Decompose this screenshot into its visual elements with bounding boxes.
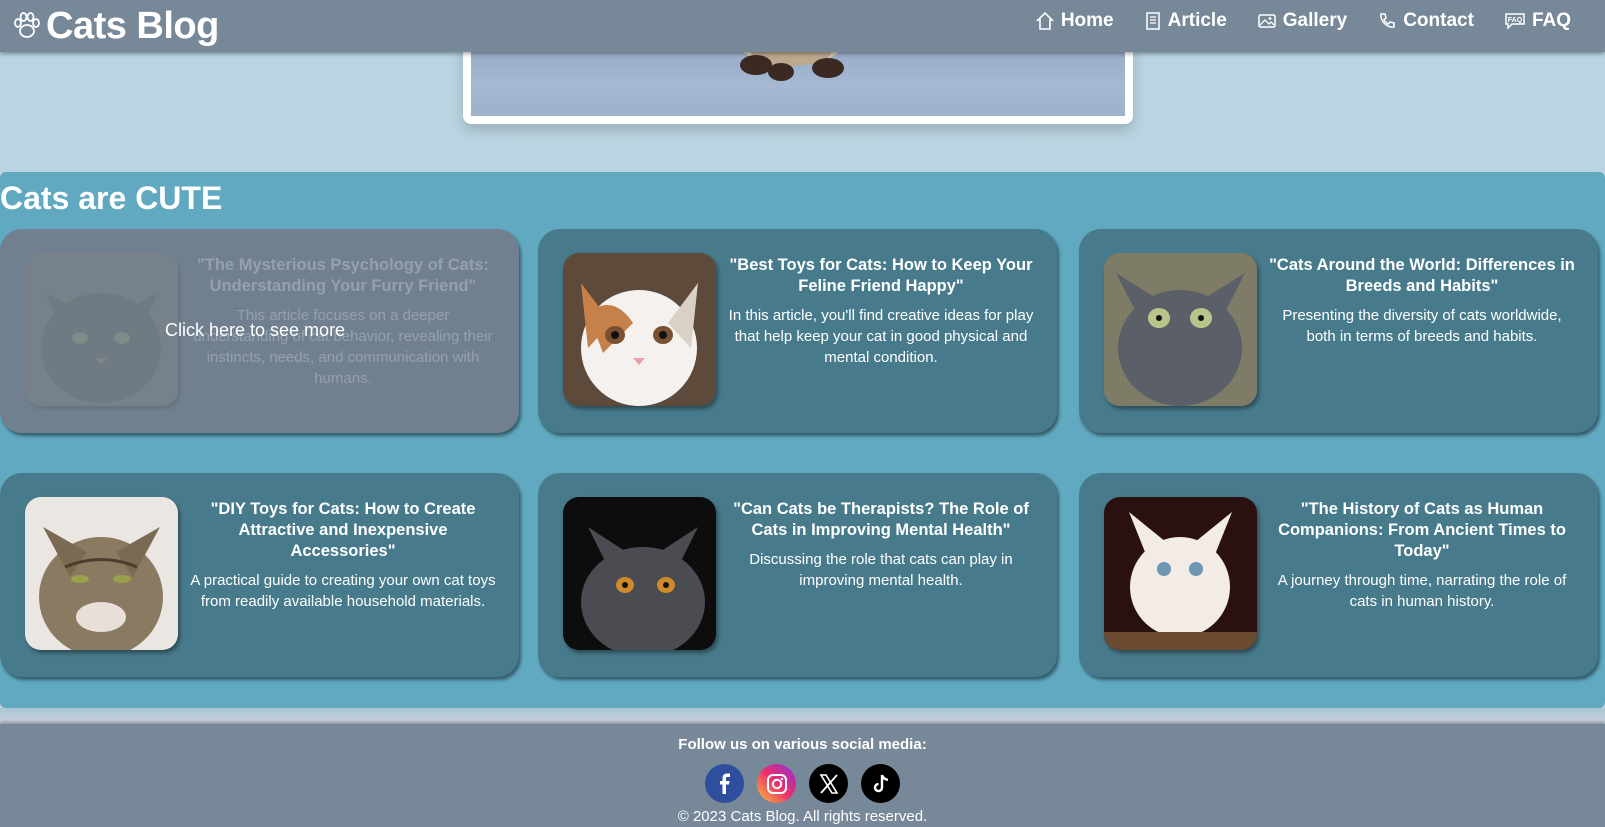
nav-contact-label: Contact — [1403, 10, 1474, 31]
tiktok-icon[interactable] — [861, 764, 900, 803]
card-text: "Cats Around the World: Differences in B… — [1267, 255, 1577, 347]
card-text: "Can Cats be Therapists? The Role of Cat… — [726, 499, 1036, 591]
nav-links: Home Article Gallery Contact FAQ FAQ — [1035, 10, 1571, 32]
card-text: "Best Toys for Cats: How to Keep Your Fe… — [726, 255, 1036, 368]
cat-thumbnail — [25, 253, 178, 406]
card-title: "Can Cats be Therapists? The Role of Cat… — [733, 500, 1029, 539]
article-card[interactable]: "The Mysterious Psychology of Cats: Unde… — [0, 229, 519, 433]
cute-cats-section: Cats are CUTE "The Mysterious Psychology… — [0, 172, 1605, 708]
card-title: "Cats Around the World: Differences in B… — [1269, 256, 1575, 295]
see-more-overlay[interactable]: Click here to see more — [165, 320, 345, 341]
nav-contact[interactable]: Contact — [1377, 10, 1474, 32]
navbar: Cats Blog Home Article Gallery Contact F… — [0, 0, 1605, 52]
hero-image-frame — [463, 40, 1133, 124]
article-card[interactable]: "The History of Cats as Human Companions… — [1079, 473, 1598, 677]
card-description: Discussing the role that cats can play i… — [749, 551, 1013, 589]
image-icon — [1258, 14, 1276, 28]
article-card[interactable]: "Best Toys for Cats: How to Keep Your Fe… — [538, 229, 1057, 433]
paw-icon — [14, 12, 40, 38]
card-description: Presenting the diversity of cats worldwi… — [1282, 307, 1562, 345]
cat-thumbnail — [25, 497, 178, 650]
nav-gallery[interactable]: Gallery — [1257, 10, 1347, 32]
footer: Follow us on various social media: © 202… — [0, 724, 1605, 827]
follow-text: Follow us on various social media: — [678, 736, 927, 753]
faq-icon: FAQ — [1505, 13, 1525, 30]
brand-title: Cats Blog — [46, 4, 219, 47]
nav-home[interactable]: Home — [1035, 10, 1114, 32]
nav-gallery-label: Gallery — [1282, 10, 1348, 31]
cat-thumbnail — [1104, 497, 1257, 650]
section-title: Cats are CUTE — [0, 180, 223, 216]
card-text: "DIY Toys for Cats: How to Create Attrac… — [188, 499, 498, 612]
article-card[interactable]: "Cats Around the World: Differences in B… — [1079, 229, 1598, 433]
document-icon — [1145, 12, 1160, 30]
facebook-icon[interactable] — [705, 764, 744, 803]
social-links — [0, 764, 1605, 803]
article-card[interactable]: "Can Cats be Therapists? The Role of Cat… — [538, 473, 1057, 677]
cat-thumbnail — [1104, 253, 1257, 406]
nav-article-label: Article — [1167, 10, 1227, 31]
nav-home-label: Home — [1060, 10, 1114, 31]
cat-thumbnail — [563, 253, 716, 406]
svg-text:FAQ: FAQ — [1508, 17, 1523, 24]
copyright: © 2023 Cats Blog. All rights reserved. — [677, 808, 928, 825]
x-icon[interactable] — [809, 764, 848, 803]
card-description: This article focuses on a deeper underst… — [193, 307, 493, 387]
card-description: In this article, you'll find creative id… — [728, 307, 1034, 366]
article-card[interactable]: "DIY Toys for Cats: How to Create Attrac… — [0, 473, 519, 677]
card-title: "The History of Cats as Human Companions… — [1278, 500, 1566, 560]
nav-article[interactable]: Article — [1144, 10, 1227, 32]
instagram-icon[interactable] — [757, 764, 796, 803]
nav-faq-label: FAQ — [1531, 10, 1571, 31]
phone-icon — [1380, 13, 1395, 28]
home-icon — [1036, 11, 1054, 30]
card-description: A practical guide to creating your own c… — [190, 572, 496, 610]
card-description: A journey through time, narrating the ro… — [1277, 572, 1567, 610]
card-title: "DIY Toys for Cats: How to Create Attrac… — [210, 500, 476, 560]
card-title: "The Mysterious Psychology of Cats: Unde… — [196, 256, 490, 295]
card-title: "Best Toys for Cats: How to Keep Your Fe… — [729, 256, 1033, 295]
cat-thumbnail — [563, 497, 716, 650]
nav-faq[interactable]: FAQ FAQ — [1504, 10, 1571, 32]
brand[interactable]: Cats Blog — [12, 4, 219, 48]
section-divider — [0, 708, 1605, 724]
card-text: "The History of Cats as Human Companions… — [1267, 499, 1577, 612]
